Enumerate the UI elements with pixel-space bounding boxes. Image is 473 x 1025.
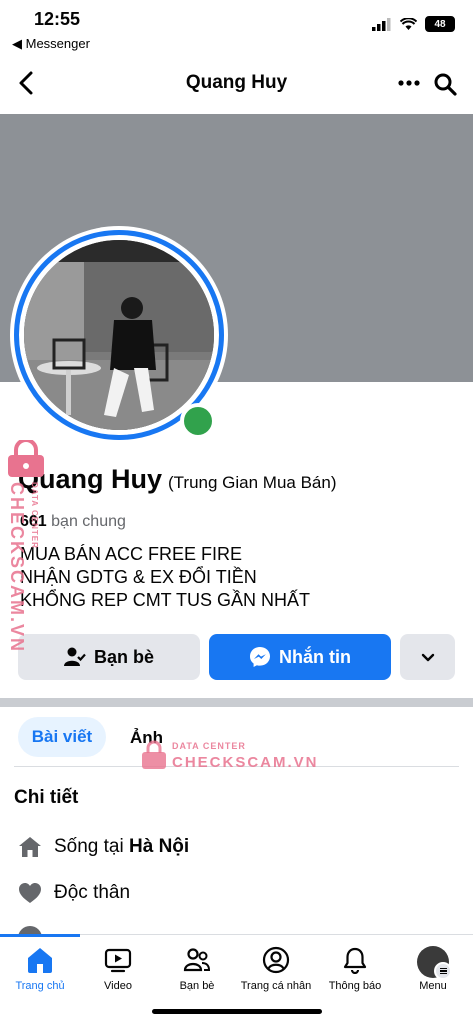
nav-video-label: Video [104, 980, 132, 992]
details-heading: Chi tiết [14, 787, 79, 808]
home-icon [28, 948, 52, 973]
detail-relationship: Độc thân [18, 882, 130, 904]
more-dots-icon [398, 80, 420, 86]
section-divider [0, 698, 473, 707]
friends-button-label: Bạn bè [93, 646, 154, 667]
bio-line: NHẬN GDTG & EX ĐỔI TIỀN [20, 567, 257, 587]
nav-home[interactable]: Trang chủ [0, 946, 80, 992]
profile-icon [262, 946, 290, 974]
wifi-icon [400, 17, 417, 30]
search-icon [434, 73, 457, 96]
online-status-dot [180, 403, 216, 439]
mutual-friends-label: bạn chung [51, 513, 126, 530]
nav-profile-label: Trang cá nhân [240, 980, 312, 992]
bio-line: KHỔNG REP CMT TUS GẦN NHẤT [20, 590, 311, 610]
messenger-icon [250, 647, 270, 667]
battery-icon: 48 [425, 16, 455, 32]
lives-in-city[interactable]: Hà Nội [129, 836, 189, 857]
heart-icon [19, 883, 41, 903]
nav-home-label: Trang chủ [15, 980, 65, 992]
nav-menu[interactable]: Menu [393, 946, 473, 992]
bio-line: MUA BÁN ACC FREE FIRE [20, 544, 243, 564]
message-button[interactable]: Nhắn tin [209, 634, 391, 680]
watermark-lock-icon [4, 438, 48, 478]
profile-bio: MUA BÁN ACC FREE FIRE NHẬN GDTG & EX ĐỔI… [20, 543, 310, 612]
nav-friends[interactable]: Bạn bè [157, 946, 237, 992]
chevron-down-icon [421, 653, 434, 661]
nav-notifications-label: Thông báo [328, 980, 382, 992]
status-time: 12:55 [34, 9, 81, 29]
profile-nickname: (Trung Gian Mua Bán) [168, 473, 337, 492]
home-indicator [152, 1009, 322, 1014]
message-button-label: Nhắn tin [279, 646, 351, 667]
relationship-status: Độc thân [54, 882, 131, 903]
back-to-app-link[interactable]: ◀ Messenger [12, 36, 90, 52]
profile-photo-image [24, 240, 214, 430]
active-tab-indicator [0, 934, 80, 937]
watermark-vertical: CHECKSCAM.VN [7, 482, 27, 654]
menu-avatar [417, 946, 452, 980]
watermark-center: CHECKSCAM.VN [172, 754, 319, 771]
nav-notifications[interactable]: Thông báo [315, 946, 395, 992]
nav-friends-label: Bạn bè [179, 980, 215, 992]
nav-profile[interactable]: Trang cá nhân [236, 946, 316, 992]
bell-icon [343, 947, 367, 974]
nav-menu-label: Menu [419, 980, 447, 992]
friends-button[interactable]: Bạn bè [18, 634, 200, 680]
more-actions-button[interactable] [400, 634, 455, 680]
watermark-vertical-small: DATA CENTER [30, 482, 39, 549]
tab-posts[interactable]: Bài viết [18, 717, 106, 757]
nav-video[interactable]: Video [78, 946, 158, 992]
video-icon [104, 948, 132, 973]
home-icon [19, 837, 41, 857]
signal-icon [372, 17, 391, 31]
more-options-button[interactable] [398, 72, 420, 100]
detail-lives-in: Sống tại Hà Nội [18, 836, 189, 858]
watermark-center-small: DATA CENTER [172, 741, 246, 751]
status-icons: 48 [372, 16, 455, 32]
watermark-center-lock-icon [140, 740, 168, 770]
lives-in-prefix: Sống tại [54, 836, 129, 857]
friends-icon [183, 948, 211, 972]
friend-check-icon [63, 647, 86, 666]
search-button[interactable] [433, 72, 457, 101]
avatar[interactable] [24, 240, 214, 430]
partial-detail-icon [18, 926, 42, 934]
menu-lines-icon [434, 962, 452, 980]
